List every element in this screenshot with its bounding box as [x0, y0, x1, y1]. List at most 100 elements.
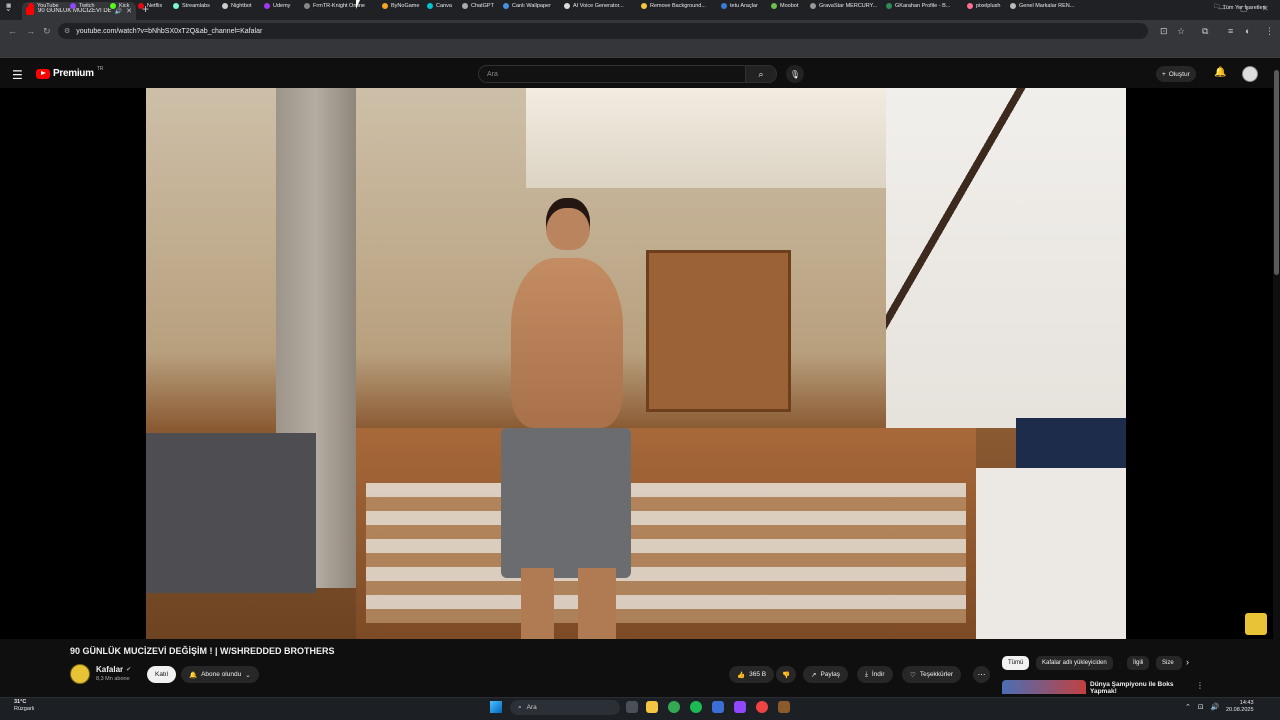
chip-related[interactable]: İlgili: [1127, 656, 1150, 670]
chevron-right-icon[interactable]: ›: [1186, 657, 1189, 667]
bookmark-item[interactable]: Twitch: [70, 3, 95, 9]
bookmark-favicon-icon: [173, 3, 179, 9]
bookmark-favicon-icon: [771, 3, 777, 9]
bookmark-item[interactable]: Nightbot: [222, 3, 252, 9]
bookmark-item[interactable]: Canva: [427, 3, 452, 9]
volume-icon[interactable]: 🔊: [1211, 703, 1220, 711]
recommended-video-title[interactable]: Dünya Şampiyonu ile Boks Yapmak!: [1090, 681, 1180, 695]
bookmark-item[interactable]: Kick: [110, 3, 129, 9]
thanks-icon: ♡: [910, 671, 916, 679]
bookmarks-bar: [0, 42, 1280, 58]
extensions-icon[interactable]: ⧉: [1202, 26, 1208, 37]
more-actions-icon[interactable]: ⋯: [973, 666, 990, 683]
taskbar-clock[interactable]: 14:43 20.08.2025: [1226, 700, 1254, 714]
bookmark-item[interactable]: YouTube: [28, 3, 59, 9]
search-icon: ⌕: [758, 68, 764, 79]
weather-widget[interactable]: 31°C Rüzgarlı: [14, 699, 34, 713]
mouse-cursor-icon: [356, 0, 360, 9]
reload-icon[interactable]: ↻: [43, 26, 51, 37]
bookmark-favicon-icon: [28, 3, 34, 9]
chevron-up-icon[interactable]: ⌃: [1185, 703, 1191, 711]
network-icon[interactable]: ⊡: [1198, 703, 1204, 711]
bookmark-item[interactable]: GravaStar MERCURY...: [810, 3, 877, 9]
bell-icon: 🔔: [189, 671, 198, 679]
video-staircase: [886, 88, 1126, 428]
taskbar-search[interactable]: ⌕ Ara: [510, 700, 620, 715]
bookmark-item[interactable]: Netflix: [138, 3, 162, 9]
bookmark-star-icon[interactable]: ☆: [1177, 26, 1185, 37]
spotify-icon[interactable]: [690, 701, 702, 713]
apps-icon[interactable]: ▦: [6, 3, 11, 9]
bookmark-favicon-icon: [264, 3, 270, 9]
video-steps: [366, 483, 966, 623]
share-button[interactable]: ↗ Paylaş: [803, 666, 848, 683]
account-avatar[interactable]: [1242, 66, 1258, 82]
create-button[interactable]: + Oluştur: [1156, 66, 1196, 82]
thanks-button[interactable]: ♡ Teşekkürler: [902, 666, 962, 683]
game-icon[interactable]: [778, 701, 790, 713]
all-bookmarks[interactable]: 🗀 Tüm Yer İşaretleri: [1214, 3, 1266, 12]
forward-icon[interactable]: →: [26, 26, 35, 36]
address-bar[interactable]: ⚙ youtube.com/watch?v=bNhbSX0xT2Q&ab_cha…: [58, 23, 1148, 39]
channel-name[interactable]: Kafalar ✔: [96, 665, 131, 674]
bookmark-item[interactable]: Genel Markalar REN...: [1010, 3, 1074, 9]
bookmark-favicon-icon: [641, 3, 647, 9]
bookmark-item[interactable]: Udemy: [264, 3, 290, 9]
scrollbar-thumb[interactable]: [1274, 70, 1279, 275]
windows-taskbar: [0, 697, 1280, 720]
voice-search-button[interactable]: 🎙: [786, 65, 804, 83]
hamburger-menu-icon[interactable]: ☰: [12, 68, 23, 82]
system-tray[interactable]: ⌃ ⊡ 🔊: [1185, 703, 1219, 711]
chrome-icon[interactable]: [668, 701, 680, 713]
bookmark-item[interactable]: Streamlabs: [173, 3, 210, 9]
windows-start-icon[interactable]: [490, 701, 502, 713]
back-icon[interactable]: ←: [8, 26, 17, 36]
subscribed-button[interactable]: 🔔 Abone olundu ⌄: [181, 666, 259, 683]
dislike-button[interactable]: 👎: [776, 666, 797, 683]
app-icon[interactable]: [712, 701, 724, 713]
bookmark-item[interactable]: Canlı Wallpaper: [503, 3, 551, 9]
site-info-icon[interactable]: ⚙: [64, 27, 70, 35]
bookmark-item[interactable]: ChatGPT: [462, 3, 494, 9]
video-person: [491, 198, 641, 639]
channel-watermark-icon[interactable]: [1245, 613, 1267, 635]
bookmark-favicon-icon: [222, 3, 228, 9]
bookmark-favicon-icon: [503, 3, 509, 9]
notifications-bell-icon[interactable]: 🔔: [1214, 67, 1226, 78]
bookmark-item[interactable]: AI Voice Generator...: [564, 3, 624, 9]
download-button[interactable]: ⤓ İndir: [857, 666, 893, 683]
search-input[interactable]: Ara: [478, 65, 746, 83]
chip-from-uploader[interactable]: Kafalar adlı yükleyiciden: [1036, 656, 1113, 670]
bookmark-item[interactable]: Remove Background...: [641, 3, 706, 9]
bookmark-item[interactable]: tetu Araçlar: [721, 3, 758, 9]
bookmark-item[interactable]: GKarahan Profile - B...: [886, 3, 950, 9]
bookmark-item[interactable]: Moobot: [771, 3, 798, 9]
video-frame[interactable]: [146, 88, 1126, 639]
microphone-icon: 🎙: [789, 69, 801, 79]
bookmark-favicon-icon: [564, 3, 570, 9]
twitch-app-icon[interactable]: [734, 701, 746, 713]
browser-menu-icon[interactable]: ⋮: [1265, 26, 1274, 37]
bookmark-favicon-icon: [382, 3, 388, 9]
search-icon: ⌕: [518, 703, 522, 711]
chip-all[interactable]: Tümü: [1002, 656, 1030, 670]
bookmark-item[interactable]: pixelplush: [967, 3, 1000, 9]
file-explorer-icon[interactable]: [646, 701, 658, 713]
task-view-icon[interactable]: [626, 701, 638, 713]
recommended-menu-icon[interactable]: ⋮: [1196, 681, 1204, 690]
chip-for-you[interactable]: Size: [1156, 656, 1182, 670]
obs-icon[interactable]: [756, 701, 768, 713]
bookmark-favicon-icon: [138, 3, 144, 9]
share-icon: ↗: [811, 671, 817, 679]
profile-icon[interactable]: ◐: [1245, 26, 1250, 36]
thumbs-down-icon: 👎: [782, 671, 791, 679]
channel-avatar[interactable]: [70, 664, 90, 684]
recommended-thumbnail[interactable]: [1002, 680, 1086, 694]
media-control-icon[interactable]: ≡: [1228, 26, 1233, 36]
youtube-premium-logo[interactable]: Premium TR: [36, 66, 103, 79]
bookmark-item[interactable]: ByNoGame: [382, 3, 419, 9]
like-button[interactable]: 👍 365 B: [729, 666, 775, 683]
search-button[interactable]: ⌕: [745, 65, 777, 83]
install-icon[interactable]: ⊡: [1160, 26, 1168, 37]
join-button[interactable]: Katıl: [147, 666, 177, 683]
